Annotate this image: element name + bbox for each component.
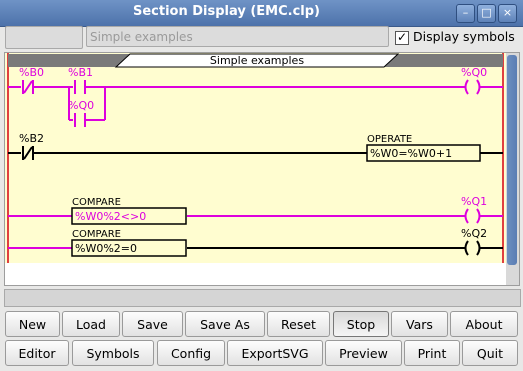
coil-q2-label: %Q2 xyxy=(461,227,487,240)
about-button[interactable]: About xyxy=(450,311,518,337)
operate-block-expr: %W0=%W0+1 xyxy=(370,147,452,160)
preview-button[interactable]: Preview xyxy=(325,340,402,366)
contact-b2-label: %B2 xyxy=(19,132,44,145)
section-field[interactable] xyxy=(5,26,83,49)
stop-button[interactable]: Stop xyxy=(333,311,389,337)
compare-block-2-title: COMPARE xyxy=(72,229,121,240)
save-button[interactable]: Save xyxy=(122,311,183,337)
contact-b0-label: %B0 xyxy=(19,66,44,79)
contact-b1-label: %B1 xyxy=(68,66,93,79)
new-button[interactable]: New xyxy=(5,311,60,337)
minimize-button[interactable]: – xyxy=(456,4,475,23)
contact-q0-label: %Q0 xyxy=(68,99,94,112)
window-title: Section Display (EMC.clp) xyxy=(132,4,321,19)
config-button[interactable]: Config xyxy=(157,340,225,366)
compare-block-2-expr: %W0%2=0 xyxy=(75,242,137,255)
reset-button[interactable]: Reset xyxy=(267,311,330,337)
editor-button[interactable]: Editor xyxy=(5,340,69,366)
compare-block-1-title: COMPARE xyxy=(72,197,121,208)
compare-block-1-expr: %W0%2<>0 xyxy=(75,210,146,223)
quit-button[interactable]: Quit xyxy=(462,340,518,366)
display-symbols-label: Display symbols xyxy=(413,29,515,44)
vars-button[interactable]: Vars xyxy=(391,311,448,337)
title-bar: Section Display (EMC.clp) – □ × xyxy=(0,0,523,27)
vertical-scroll-thumb[interactable] xyxy=(507,55,517,265)
ladder-canvas[interactable]: Simple examples %B0 %B1 %Q0 %Q0 %B2 OPER… xyxy=(4,52,508,286)
vertical-scrollbar[interactable] xyxy=(506,52,520,286)
operate-block-title: OPERATE xyxy=(367,134,412,145)
load-button[interactable]: Load xyxy=(62,311,120,337)
close-button[interactable]: × xyxy=(498,4,517,23)
maximize-button[interactable]: □ xyxy=(477,4,496,23)
symbols-button[interactable]: Symbols xyxy=(72,340,154,366)
display-symbols-checkbox[interactable]: ✓ xyxy=(395,31,409,45)
section-title-field[interactable]: Simple examples xyxy=(86,26,389,47)
coil-q0-label: %Q0 xyxy=(461,66,487,79)
save-as-button[interactable]: Save As xyxy=(185,311,265,337)
section-banner-text: Simple examples xyxy=(210,54,304,67)
horizontal-scrollbar[interactable] xyxy=(4,289,521,307)
exportsvg-button[interactable]: ExportSVG xyxy=(227,340,323,366)
print-button[interactable]: Print xyxy=(404,340,460,366)
coil-q1-label: %Q1 xyxy=(461,195,487,208)
ladder-diagram: Simple examples %B0 %B1 %Q0 %Q0 %B2 OPER… xyxy=(5,53,507,263)
